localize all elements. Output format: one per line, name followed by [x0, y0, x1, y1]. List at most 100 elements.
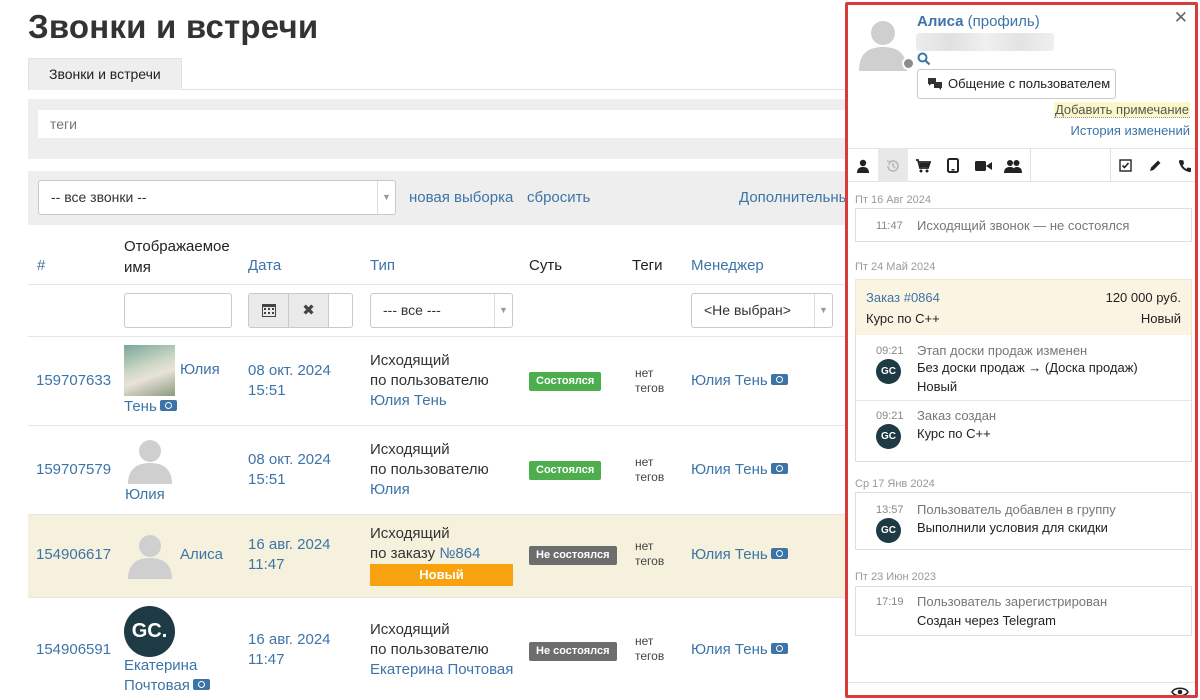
status-badge: Не состоялся [529, 546, 617, 565]
status-badge: Состоялся [529, 461, 602, 480]
row-date: 08 окт. 2024 15:51 [248, 361, 331, 401]
checkbox-icon[interactable] [1110, 149, 1140, 182]
event-head: Этап доски продаж изменен [917, 343, 1088, 358]
phone-icon[interactable] [1170, 149, 1195, 182]
order-card[interactable]: Заказ #0864 120 000 руб. Курс по С++ Нов… [855, 279, 1192, 336]
th-id[interactable]: # [37, 257, 45, 274]
history-icon[interactable] [878, 149, 908, 182]
row-name[interactable]: Екатерина [124, 656, 197, 676]
order-status-badge: Новый [370, 564, 513, 586]
row-id[interactable]: 154906617 [36, 545, 111, 565]
chevron-down-icon: ▼ [494, 294, 512, 327]
row-manager[interactable]: Юлия Тень [691, 460, 788, 480]
th-type[interactable]: Тип [370, 257, 395, 274]
th-tags: Теги [632, 257, 663, 274]
add-note-link[interactable]: Добавить примечание [1053, 102, 1190, 118]
row-tags-line1: нет [635, 634, 654, 648]
avatar-logo[interactable]: GC. [124, 606, 175, 657]
th-name: Отображаемое имя [124, 236, 230, 278]
row-manager[interactable]: Юлия Тень [691, 371, 788, 391]
row-tags-line1: нет [635, 366, 654, 380]
history-link[interactable]: История изменений [1070, 123, 1190, 138]
pencil-icon[interactable] [1140, 149, 1170, 182]
chat-icon [928, 78, 942, 90]
row-date-day: 16 авг. 2024 [248, 631, 331, 648]
th-name-line1: Отображаемое [124, 238, 230, 255]
search-icon[interactable] [917, 52, 931, 66]
th-manager[interactable]: Менеджер [691, 257, 764, 274]
row-name[interactable]: Алиса [180, 545, 223, 565]
event-text: Исходящий звонок — не состоялся [917, 218, 1130, 233]
row-id[interactable]: 159707579 [36, 460, 111, 480]
row-tags: нет тегов [635, 366, 664, 396]
th-date[interactable]: Дата [248, 257, 281, 274]
row-name-line2[interactable]: Тень [124, 397, 177, 417]
calls-select[interactable]: -- все звонки -- ▼ [38, 180, 396, 215]
row-name-line2[interactable]: Почтовая [124, 676, 210, 696]
timeline-date: Пт 16 Авг 2024 [855, 194, 932, 206]
row-name[interactable]: Юлия [180, 360, 220, 380]
row-type-link[interactable]: Юлия [370, 480, 489, 500]
profile-link[interactable]: (профиль) [968, 13, 1040, 30]
row-date: 08 окт. 2024 15:51 [248, 450, 331, 490]
order-link[interactable]: №864 [439, 545, 480, 562]
clear-date-icon[interactable]: ✖ [289, 294, 329, 327]
avatar[interactable] [124, 529, 176, 581]
row-manager[interactable]: Юлия Тень [691, 545, 788, 565]
more-filters-link[interactable]: Дополнительны [739, 189, 849, 206]
row-manager[interactable]: Юлия Тень [691, 640, 788, 660]
row-type-line1: Исходящий [370, 441, 450, 458]
group-icon[interactable] [998, 149, 1028, 182]
timeline-date: Ср 17 Янв 2024 [855, 478, 935, 490]
row-manager-name: Юлия Тень [691, 546, 768, 563]
row-date-day: 16 авг. 2024 [248, 536, 331, 553]
row-type-link[interactable]: Юлия Тень [370, 391, 489, 411]
manager-filter-select[interactable]: <Не выбран> ▼ [691, 293, 833, 328]
timeline-event: 09:21 Этап доски продаж изменен GC Без д… [856, 335, 1191, 401]
row-type-line1: Исходящий [370, 621, 450, 638]
event-line2: Новый [917, 379, 958, 394]
eye-icon[interactable] [1171, 686, 1189, 698]
row-type-line1: Исходящий [370, 352, 450, 369]
row-id[interactable]: 159707633 [36, 371, 111, 391]
video-icon[interactable] [968, 149, 998, 182]
tab-calls-meetings[interactable]: Звонки и встречи [28, 58, 182, 90]
date-filter[interactable]: ✖ [248, 293, 353, 328]
tablet-icon[interactable] [938, 149, 968, 182]
new-selection-link[interactable]: новая выборка [409, 189, 513, 206]
tags-input[interactable] [38, 110, 850, 138]
event-head: Пользователь добавлен в группу [917, 502, 1116, 517]
close-icon[interactable]: ✕ [1174, 8, 1188, 28]
event-line1: Создан через Telegram [917, 613, 1056, 628]
status-badge: Не состоялся [529, 642, 617, 661]
event-head: Заказ создан [917, 408, 997, 423]
money-icon [770, 548, 788, 559]
row-tags-line1: нет [635, 455, 654, 469]
row-manager-name: Юлия Тень [691, 641, 768, 658]
reset-link[interactable]: сбросить [527, 189, 590, 206]
th-essence: Суть [529, 257, 563, 274]
name-filter-input[interactable] [124, 293, 232, 328]
row-date-day: 08 окт. 2024 [248, 451, 331, 468]
row-type-line1: Исходящий [370, 525, 450, 542]
chat-button-label: Общение с пользователем [948, 76, 1111, 91]
panel-name-link[interactable]: Алиса [917, 13, 963, 30]
type-filter-select[interactable]: --- все --- ▼ [370, 293, 513, 328]
online-status-dot [902, 57, 915, 70]
user-icon[interactable] [848, 149, 878, 182]
th-name-line2: имя [124, 259, 151, 276]
row-type-link[interactable]: Екатерина Почтовая [370, 660, 513, 680]
row-type: Исходящий по заказу №864 [370, 524, 480, 564]
row-date: 16 авг. 2024 11:47 [248, 535, 331, 575]
chat-with-user-button[interactable]: Общение с пользователем [917, 69, 1116, 99]
row-id[interactable]: 154906591 [36, 640, 111, 660]
avatar[interactable] [124, 434, 176, 486]
order-title[interactable]: Заказ #0864 [866, 290, 940, 305]
row-name[interactable]: Юлия [125, 485, 165, 505]
avatar-photo[interactable] [124, 345, 175, 396]
calendar-icon[interactable] [249, 294, 289, 327]
cart-icon[interactable] [908, 149, 938, 182]
event-time: 17:19 [876, 596, 904, 608]
event-head: Пользователь зарегистрирован [917, 594, 1108, 609]
event-time: 09:21 [876, 345, 904, 357]
